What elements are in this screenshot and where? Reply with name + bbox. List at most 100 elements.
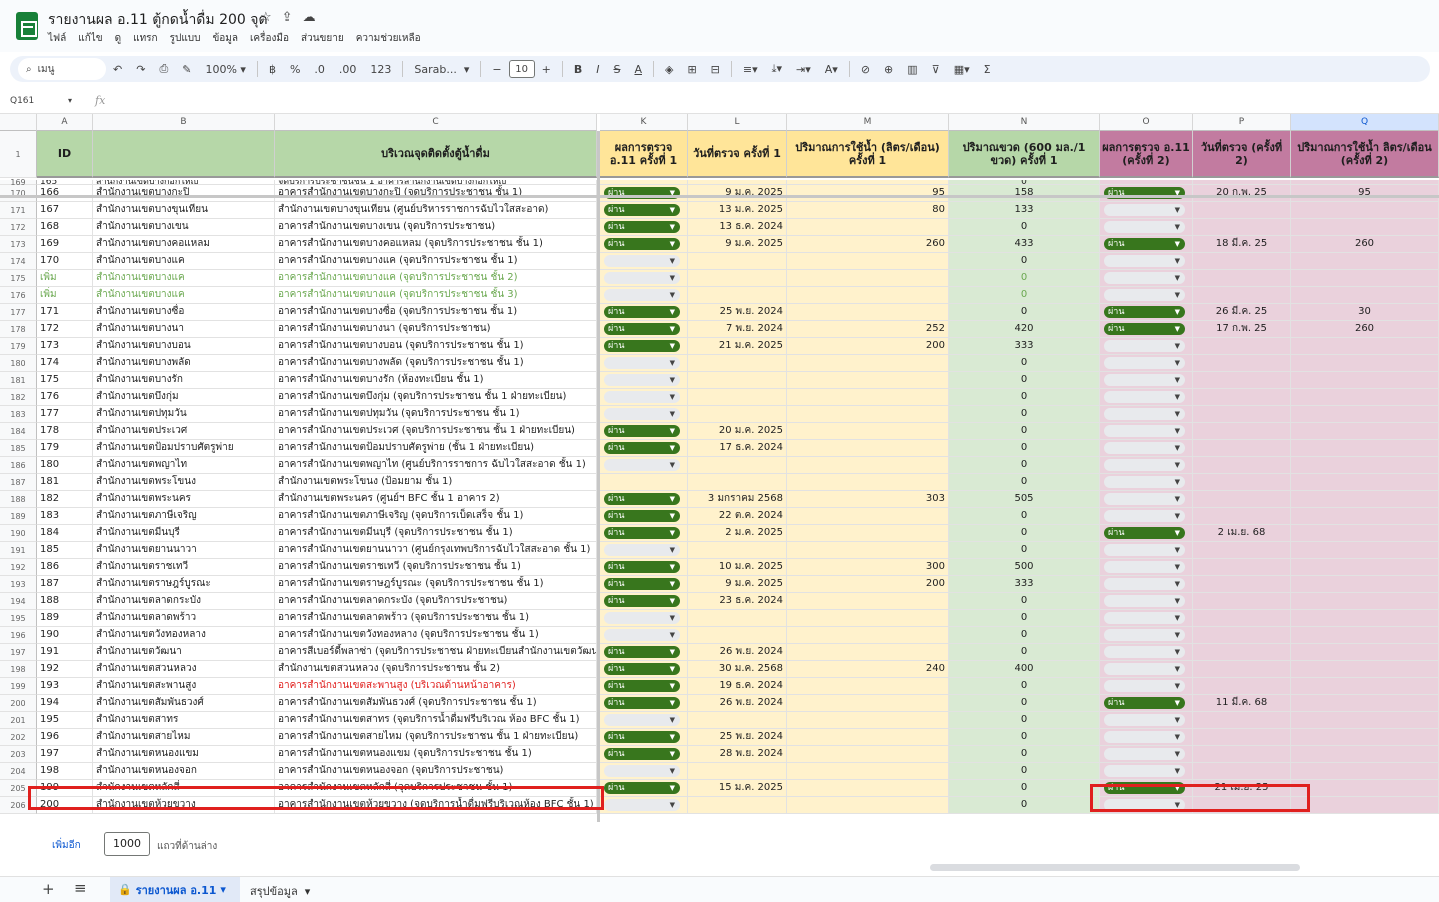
cell-date-1[interactable]: [688, 542, 787, 559]
status-chip[interactable]: ผ่าน ▼: [604, 782, 680, 794]
cell-date-2[interactable]: [1193, 746, 1291, 763]
chevron-down-icon[interactable]: ▼: [1175, 510, 1180, 522]
cell-result-1[interactable]: ผ่าน ▼: [600, 593, 688, 610]
print-icon[interactable]: ⎙: [152, 58, 175, 80]
cell-result-1[interactable]: ผ่าน ▼: [600, 202, 688, 219]
decrease-font-icon[interactable]: −: [485, 58, 508, 80]
row-number[interactable]: 191: [0, 542, 37, 559]
status-chip[interactable]: ผ่าน ▼: [1104, 697, 1185, 709]
cell-location[interactable]: อาคารสำนักงานเขตบางแค (จุดบริการประชาชน …: [275, 270, 597, 287]
cell-id[interactable]: 182: [37, 491, 93, 508]
status-chip[interactable]: ผ่าน ▼: [604, 238, 680, 250]
cell-result-2[interactable]: ▼: [1100, 746, 1193, 763]
status-chip[interactable]: ผ่าน ▼: [604, 595, 680, 607]
chevron-down-icon[interactable]: ▼: [670, 782, 675, 794]
status-chip[interactable]: ▼: [604, 714, 680, 726]
chevron-down-icon[interactable]: ▼: [1175, 374, 1180, 386]
chevron-down-icon[interactable]: ▼: [670, 323, 675, 335]
cell-result-1[interactable]: ผ่าน ▼: [600, 321, 688, 338]
font-size-input[interactable]: 10: [508, 60, 535, 78]
cell-date-1[interactable]: [688, 253, 787, 270]
cell-office[interactable]: สำนักงานเขตปทุมวัน: [93, 406, 275, 423]
status-chip[interactable]: ผ่าน ▼: [604, 527, 680, 539]
cell-date-1[interactable]: 26 พ.ย. 2024: [688, 644, 787, 661]
cell-date-1[interactable]: 22 ต.ค. 2024: [688, 508, 787, 525]
status-chip[interactable]: ▼: [1104, 255, 1185, 267]
row-number[interactable]: 173: [0, 236, 37, 253]
cell-usage-1[interactable]: 260: [787, 236, 949, 253]
cell-location[interactable]: สำนักงานเขตบางขุนเทียน (ศูนย์บริหารราชกา…: [275, 202, 597, 219]
row-number[interactable]: 200: [0, 695, 37, 712]
cell-usage-1[interactable]: [787, 440, 949, 457]
status-chip[interactable]: ▼: [1104, 272, 1185, 284]
cell-date-2[interactable]: [1193, 508, 1291, 525]
cell-usage-2[interactable]: [1291, 695, 1439, 712]
cell-location[interactable]: อาคารสำนักงานเขตป้อมปราบศัตรูพ่าย (ชั้น …: [275, 440, 597, 457]
cell-result-2[interactable]: ▼: [1100, 372, 1193, 389]
cell-office[interactable]: สำนักงานเขตมีนบุรี: [93, 525, 275, 542]
cell-result-2[interactable]: ▼: [1100, 593, 1193, 610]
cell-id[interactable]: 172: [37, 321, 93, 338]
chevron-down-icon[interactable]: ▼: [1175, 714, 1180, 726]
cell-location[interactable]: อาคารสำนักงานเขตบางรัก (ห้องทะเบียน ชั้น…: [275, 372, 597, 389]
cell-id[interactable]: 183: [37, 508, 93, 525]
cell-date-2[interactable]: [1193, 678, 1291, 695]
chevron-down-icon[interactable]: ▼: [670, 425, 675, 437]
row-number[interactable]: 197: [0, 644, 37, 661]
cell-bottles-1[interactable]: 0: [949, 678, 1100, 695]
chevron-down-icon[interactable]: ▼: [670, 306, 675, 318]
cell-result-1[interactable]: ผ่าน ▼: [600, 491, 688, 508]
cell-bottles-1[interactable]: 0: [949, 270, 1100, 287]
cell-result-2[interactable]: ▼: [1100, 644, 1193, 661]
cell-usage-1[interactable]: 95: [787, 185, 949, 202]
cell-bottles-1[interactable]: 433: [949, 236, 1100, 253]
chevron-down-icon[interactable]: ▼: [1175, 442, 1180, 454]
cell-office[interactable]: สำนักงานเขตยานนาวา: [93, 542, 275, 559]
status-chip[interactable]: ▼: [1104, 374, 1185, 386]
chevron-down-icon[interactable]: ▼: [670, 697, 675, 709]
cell-date-2[interactable]: [1193, 661, 1291, 678]
fill-color-icon[interactable]: ◈: [658, 58, 680, 80]
cell-date-2[interactable]: [1193, 423, 1291, 440]
cell-id[interactable]: 196: [37, 729, 93, 746]
header-bottles-1[interactable]: ปริมาณขวด (600 มล./1 ขวด) ครั้งที่ 1: [949, 131, 1100, 178]
row-number[interactable]: 177: [0, 304, 37, 321]
chevron-down-icon[interactable]: ▼: [1175, 255, 1180, 267]
move-to-drive-icon[interactable]: ⇪: [282, 10, 293, 25]
cell-usage-2[interactable]: [1291, 746, 1439, 763]
cell-id[interactable]: 191: [37, 644, 93, 661]
cell-bottles-1[interactable]: 500: [949, 559, 1100, 576]
cell-bottles-1[interactable]: 0: [949, 474, 1100, 491]
cell-result-2[interactable]: ▼: [1100, 338, 1193, 355]
cell-bottles-1[interactable]: 420: [949, 321, 1100, 338]
cell-usage-1[interactable]: 240: [787, 661, 949, 678]
cell-office[interactable]: สำนักงานเขตสาทร: [93, 712, 275, 729]
cell-usage-1[interactable]: [787, 627, 949, 644]
cell-date-2[interactable]: [1193, 389, 1291, 406]
cell-usage-2[interactable]: [1291, 474, 1439, 491]
sheet-tab-summary[interactable]: สรุปข้อมูล ▾: [250, 882, 310, 900]
cell-usage-2[interactable]: [1291, 644, 1439, 661]
header-location[interactable]: บริเวณจุดติดตั้งตู้น้ำดื่ม: [275, 131, 597, 178]
chevron-down-icon[interactable]: ▾: [220, 883, 226, 896]
cell-office[interactable]: สำนักงานเขตบางกะปิ: [93, 185, 275, 202]
cell-location[interactable]: อาคารสำนักงานเขตบางกะปิ (จุดบริการประชาช…: [275, 185, 597, 202]
chevron-down-icon[interactable]: ▼: [670, 561, 675, 573]
chevron-down-icon[interactable]: ▼: [670, 663, 675, 675]
status-chip[interactable]: ▼: [1104, 476, 1185, 488]
cell-office[interactable]: สำนักงานเขตบางรัก: [93, 372, 275, 389]
cell-result-2[interactable]: ▼: [1100, 678, 1193, 695]
column-header-a[interactable]: A: [37, 114, 93, 131]
filter-views-icon[interactable]: ▦▾: [947, 58, 977, 80]
cell-date-2[interactable]: [1193, 406, 1291, 423]
chevron-down-icon[interactable]: ▼: [670, 374, 675, 386]
status-chip[interactable]: ▼: [604, 799, 680, 811]
cell-usage-1[interactable]: [787, 746, 949, 763]
menu-search[interactable]: ⌕ เมนู: [18, 58, 106, 80]
row-number[interactable]: 192: [0, 559, 37, 576]
chevron-down-icon[interactable]: ▼: [670, 646, 675, 658]
cell-bottles-1[interactable]: 0: [949, 287, 1100, 304]
cell-location[interactable]: อาคารสำนักงานเขตประเวศ (จุดบริการประชาชน…: [275, 423, 597, 440]
strikethrough-icon[interactable]: S: [606, 58, 627, 80]
chevron-down-icon[interactable]: ▾: [301, 885, 311, 898]
